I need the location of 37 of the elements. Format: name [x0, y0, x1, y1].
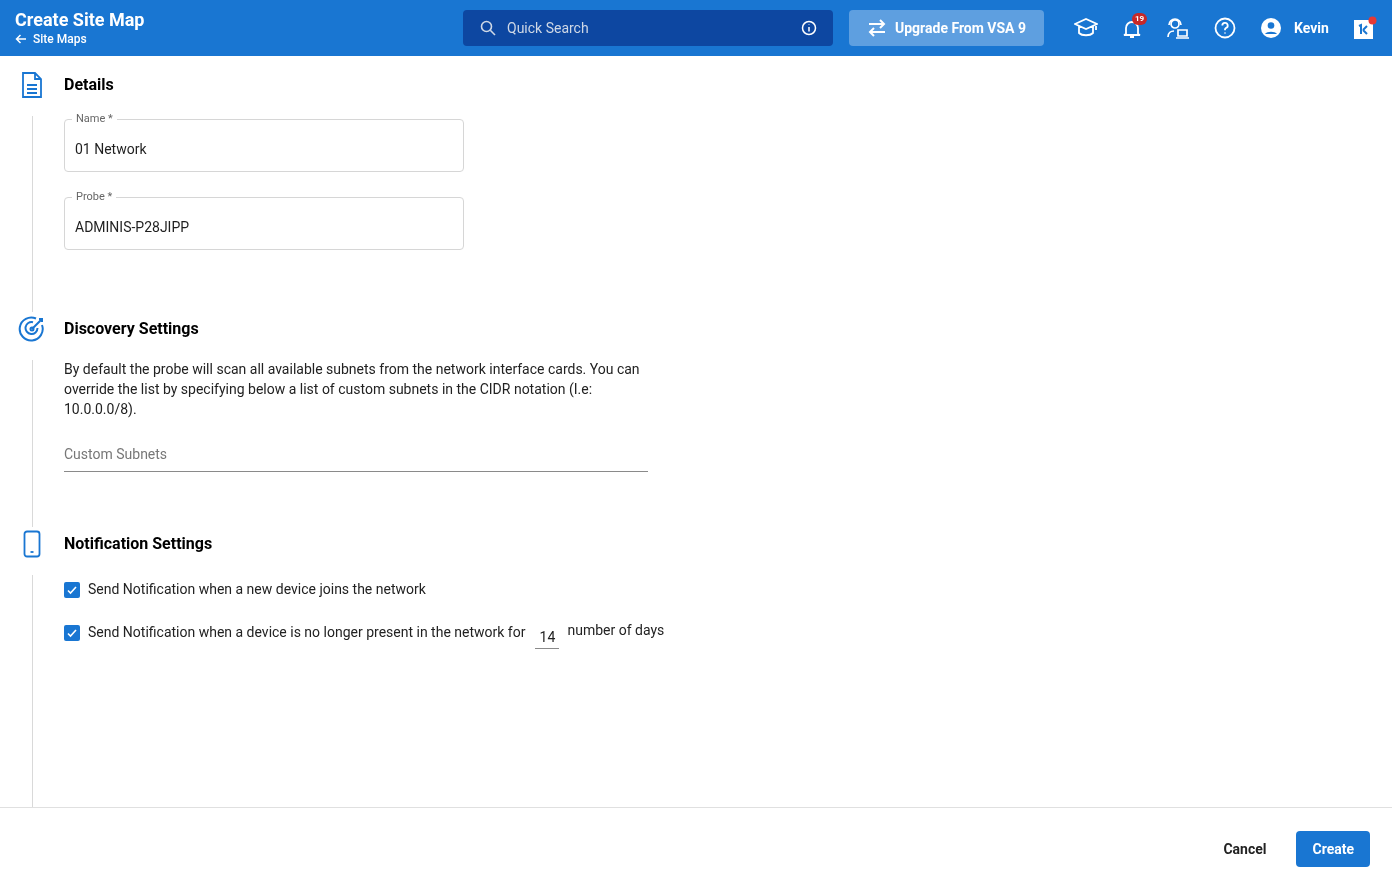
cancel-button[interactable]: Cancel [1219, 831, 1271, 867]
custom-subnets-field[interactable]: Custom Subnets [64, 436, 648, 472]
mobile-phone-icon [23, 530, 41, 558]
user-avatar-icon[interactable] [1260, 17, 1283, 39]
bell-icon[interactable] [1122, 19, 1143, 39]
search-field[interactable]: Quick Search [463, 10, 833, 46]
app-logo-icon[interactable] [1352, 16, 1377, 40]
user-name[interactable]: Kevin [1294, 17, 1329, 39]
back-arrow-icon [15, 33, 27, 45]
support-agent-icon[interactable] [1166, 17, 1191, 39]
days-suffix: number of days [567, 621, 665, 640]
section-title: Details [64, 74, 115, 96]
field-label: Probe * [75, 191, 114, 203]
help-icon[interactable] [1214, 17, 1237, 39]
create-button[interactable]: Create [1296, 831, 1370, 867]
days-field[interactable]: 14 [535, 624, 560, 649]
radar-target-icon [18, 315, 46, 343]
search-icon [480, 20, 496, 36]
field-label: Name * [75, 113, 114, 125]
notification-count-badge: 19 [1132, 13, 1148, 25]
back-link[interactable]: Site Maps [15, 31, 463, 47]
description-text: By default the probe will scan all available subnets from the network interface cards. You can override the list by specifying below a list of custom subnets in the CIDR notation (I.e: 10.0.0.0/8). [64, 360, 641, 419]
field-value: ADMINIS-P28JIPP [75, 218, 191, 237]
checkbox-label: Send Notification when a device is no longer present in the network for [88, 623, 526, 642]
checkbox-label: Send Notification when a new device joins the network [88, 580, 426, 599]
swap-arrows-icon [867, 19, 887, 37]
field-value: 01 Network [75, 140, 148, 159]
page-title: Create Site Map [15, 9, 146, 31]
info-icon[interactable] [801, 20, 817, 36]
section-title: Discovery Settings [64, 318, 200, 340]
text-field[interactable]: Name * 01 Network [64, 113, 464, 172]
document-icon [21, 71, 43, 99]
checkbox[interactable] [64, 581, 80, 598]
checkbox[interactable] [64, 624, 80, 641]
section-title: Notification Settings [64, 533, 214, 555]
graduation-cap-icon[interactable] [1074, 18, 1099, 38]
text-field[interactable]: Probe * ADMINIS-P28JIPP [64, 191, 464, 250]
